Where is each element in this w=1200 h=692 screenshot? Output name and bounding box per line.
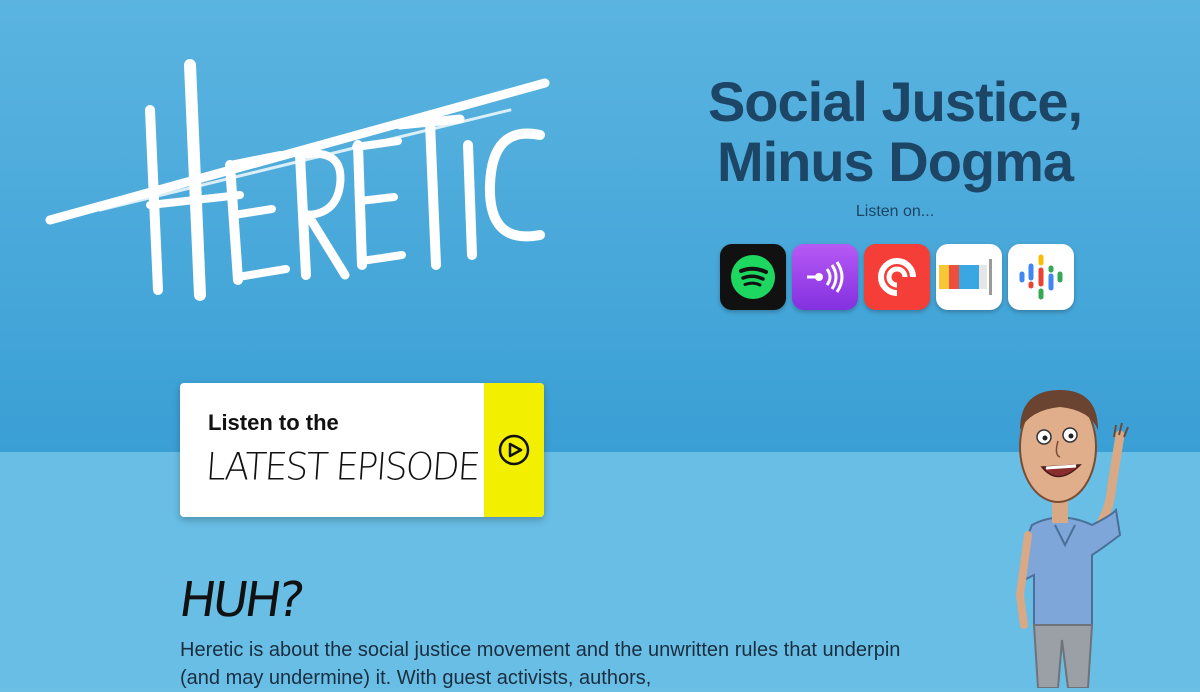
play-icon xyxy=(498,434,530,466)
google-podcasts-button[interactable] xyxy=(1008,244,1074,310)
apple-podcasts-icon xyxy=(807,261,844,293)
about-heading: HUH? xyxy=(176,572,305,628)
headline-line-1: Social Justice, xyxy=(707,70,1083,133)
card-script-label: LATEST EPISODE xyxy=(204,445,480,490)
castbox-icon xyxy=(939,259,992,295)
host-character-illustration xyxy=(1015,390,1129,688)
listen-on-label: Listen on... xyxy=(855,203,935,220)
google-podcasts-icon xyxy=(1019,254,1063,300)
about-text: Heretic is about the social justice move… xyxy=(180,639,901,689)
latest-episode-card[interactable]: Listen to the LATEST EPISODE xyxy=(180,383,544,517)
headline-line-2: Minus Dogma xyxy=(716,130,1074,193)
pocket-casts-icon xyxy=(878,258,916,296)
page-headline: Social Justice, Minus Dogma xyxy=(640,72,1150,192)
apple-podcasts-button[interactable] xyxy=(792,244,858,310)
podcast-platform-list xyxy=(720,244,1074,310)
spotify-icon xyxy=(731,255,775,299)
heretic-logo[interactable] xyxy=(40,55,560,315)
castbox-button[interactable] xyxy=(936,244,1002,310)
card-title: Listen to the xyxy=(208,410,339,435)
pocket-casts-button[interactable] xyxy=(864,244,930,310)
spotify-button[interactable] xyxy=(720,244,786,310)
card-play-panel[interactable] xyxy=(484,383,544,517)
